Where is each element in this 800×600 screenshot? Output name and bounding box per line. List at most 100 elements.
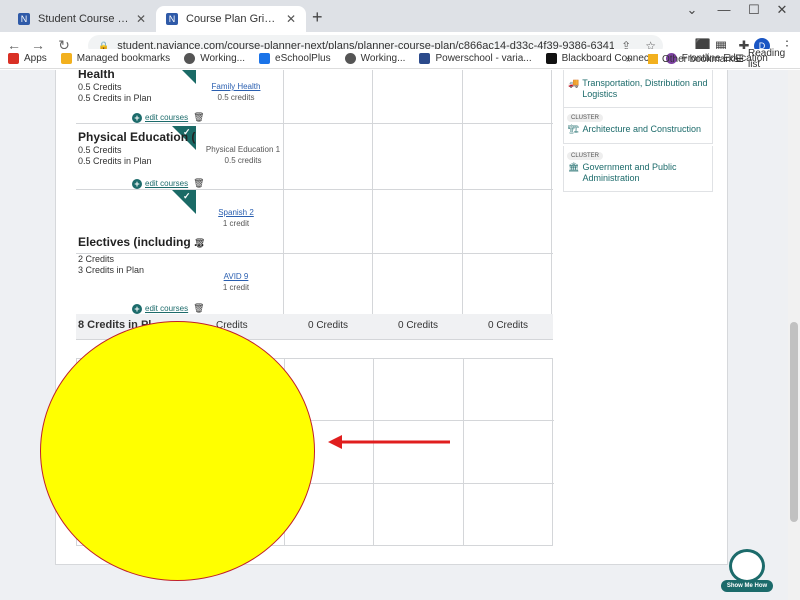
column-credits: 0 Credits [398,320,439,331]
edit-courses-button[interactable]: + edit courses 🗑 [132,178,205,189]
grid-cell [463,254,552,315]
electives-row: ✓ Spanish 2 1 credit Electives (includin… [76,190,553,254]
cluster-name[interactable]: 🏛 Government and Public Administration [564,160,712,184]
course-link[interactable]: Family Health [188,81,284,92]
building-icon: 🏗 [568,124,580,134]
show-me-how-button[interactable]: Show Me How [721,549,773,597]
grid-cell [463,124,552,189]
trash-icon[interactable]: 🗑 [193,303,204,314]
edit-courses-button[interactable]: + edit courses 🗑 [132,112,205,123]
globe-icon [184,53,196,64]
bookmark-managed[interactable]: Managed bookmarks [60,53,170,64]
grid-cell [284,70,373,123]
cluster-card[interactable]: CLUSTER 🏗 Architecture and Construction [563,108,713,144]
tab-course-plan-grid[interactable]: N Course Plan Grid | Manage Cours ✕ [156,6,306,32]
grid-cell [463,70,552,123]
course-credits: 0.5 credits [217,93,255,102]
chevron-down-icon[interactable]: ⌄ [682,2,702,18]
laptop-help-icon [729,549,765,583]
cluster-card[interactable]: 🚚 Transportation, Distribution and Logist… [563,70,713,108]
capitol-icon: 🏛 [568,162,580,172]
globe-icon [344,53,356,64]
close-tab-icon[interactable]: ✕ [286,12,296,26]
course-credits: 1 credit [222,283,250,292]
cluster-name[interactable]: 🏗 Architecture and Construction [564,122,712,135]
plus-icon: + [132,112,142,123]
cluster-name[interactable]: 🚚 Transportation, Distribution and Logist… [564,70,712,100]
course-link[interactable]: Spanish 2 [188,207,284,218]
tab-title: Course Plan Grid | Manage Cours [186,13,280,25]
course-card[interactable]: AVID 9 1 credit [188,271,284,293]
bookmark-eschoolplus[interactable]: eSchoolPlus [259,53,331,64]
folder-icon [60,53,72,64]
tab-student-course-plan[interactable]: N Student Course Plan ✕ [8,6,156,32]
check-icon: ✓ [183,191,191,201]
blackboard-icon [545,53,557,64]
grid-cell [373,254,463,315]
physical-education-row: ✓ Physical Education ( 0.5 Credits 0.5 C… [76,124,553,190]
reading-list-icon: ☰ [735,53,744,65]
maximize-icon[interactable]: ☐ [744,2,764,18]
new-tab-icon[interactable]: + [312,7,323,28]
tab-title: Student Course Plan [38,13,130,25]
course-card[interactable]: Spanish 2 1 credit [188,207,284,229]
subject-in-plan: 0.5 Credits in Plan [78,93,152,103]
page-scrollbar[interactable] [788,70,800,600]
subject-in-plan: 3 Credits in Plan [78,265,145,275]
powerschool-icon [419,53,431,64]
trash-icon[interactable]: 🗑 [193,178,204,189]
cluster-tag: CLUSTER [567,152,604,160]
course-link[interactable]: Physical Education 1 [188,144,298,155]
bookmark-working-1[interactable]: Working... [184,53,245,64]
bookmarks-overflow[interactable]: » [626,49,632,69]
tab-strip: N Student Course Plan ✕ N Course Plan Gr… [0,0,800,32]
naviance-favicon-icon: N [18,13,30,25]
other-bookmarks[interactable]: Other bookmarks [648,49,739,69]
subject-credits: 0.5 Credits [78,82,122,92]
bookmarks-bar: Apps Managed bookmarks Working... eSchoo… [0,48,800,70]
column-credits: 0 Credits [308,320,349,331]
course-card[interactable]: Physical Education 1 0.5 credits [188,144,298,166]
scrollbar-thumb[interactable] [790,322,798,522]
subject-name: Health [78,70,115,81]
subject-credits: 0.5 Credits [78,145,122,155]
grid-cell [374,421,464,483]
grid-cell [463,190,552,253]
close-window-icon[interactable]: ✕ [772,2,792,18]
bookmark-working-2[interactable]: Working... [344,53,405,64]
close-tab-icon[interactable]: ✕ [136,12,146,26]
truck-icon: 🚚 [568,78,580,88]
health-row: ✓ Health 0.5 Credits 0.5 Credits in Plan… [76,70,553,124]
cluster-card[interactable]: CLUSTER 🏛 Government and Public Administr… [563,146,713,192]
bookmark-powerschool[interactable]: Powerschool - varia... [419,53,532,64]
subject-credits: 2 Credits [78,254,115,264]
arrow-icon [328,435,450,449]
windows-icon [259,53,271,64]
bookmark-blackboard[interactable]: Blackboard Connect [545,53,652,64]
grid-cell [373,70,463,123]
cluster-tag: CLUSTER [567,114,604,122]
trash-icon[interactable]: 🗑 [193,112,204,123]
course-credits: 1 credit [222,219,250,228]
subject-name: Electives (including ... [78,235,205,249]
electives-row-2: 2 Credits 3 Credits in Plan AVID 9 1 cre… [76,254,553,316]
show-me-how-label: Show Me How [721,580,773,592]
edit-courses-button[interactable]: + edit courses 🗑 [132,303,205,314]
minimize-icon[interactable]: — [714,2,734,17]
trash-icon[interactable]: 🗑 [194,238,205,249]
folder-icon [648,54,658,64]
reading-list[interactable]: ☰ Reading list [735,48,800,70]
bookmark-apps[interactable]: Apps [8,53,47,64]
check-icon: ✓ [183,70,191,72]
course-credits: 0.5 credits [224,156,262,165]
plus-icon: + [132,178,142,189]
course-card[interactable]: Family Health 0.5 credits [188,81,284,103]
naviance-favicon-icon: N [166,13,178,25]
grid-cell [373,190,463,253]
apps-grid-icon [8,53,19,64]
grid-cell [373,124,463,189]
plus-icon: + [132,303,142,314]
grid-cell [284,254,373,315]
course-link[interactable]: AVID 9 [188,271,284,282]
grid-cell [374,484,464,546]
